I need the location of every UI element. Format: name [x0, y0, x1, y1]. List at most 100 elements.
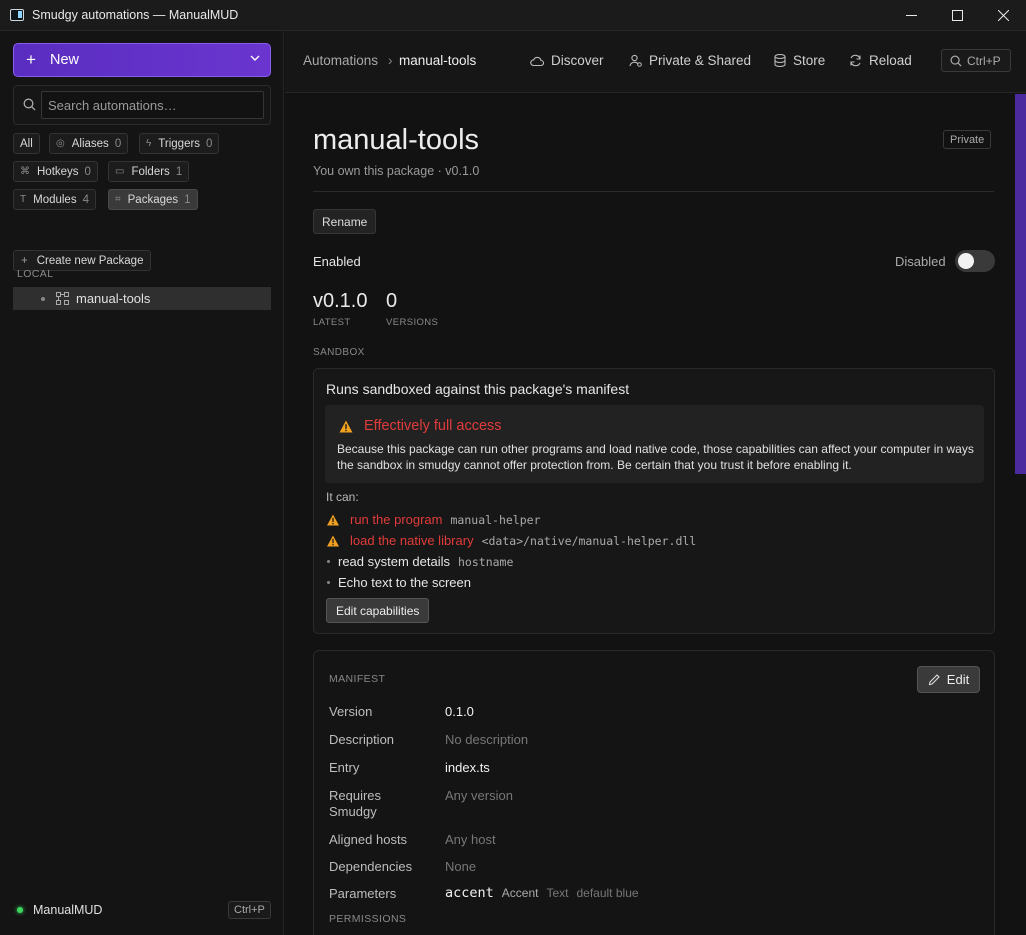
section-manifest: MANIFEST	[329, 673, 386, 685]
parameter-type: Text	[546, 886, 569, 900]
chevron-down-icon[interactable]	[250, 53, 260, 63]
search-input[interactable]	[41, 91, 264, 119]
package-icon: ⌗	[115, 194, 121, 205]
status-shortcut: Ctrl+P	[228, 901, 271, 919]
section-permissions: PERMISSIONS	[329, 913, 407, 925]
command-key-icon: ⌘	[20, 166, 30, 177]
manifest-key: Version	[329, 704, 373, 719]
sandbox-card: Runs sandboxed against this package's ma…	[313, 368, 995, 634]
manifest-value: Any host	[445, 832, 496, 847]
manifest-value: No description	[445, 732, 529, 747]
capability-text: read system details	[338, 554, 450, 569]
aliases-icon: ◎	[56, 138, 65, 149]
maximize-icon	[951, 10, 963, 21]
filter-folders[interactable]: ▭ Folders 1	[108, 161, 190, 182]
parameter-default: default blue	[576, 886, 639, 900]
plus-icon: +	[21, 254, 28, 267]
capability-code: manual-helper	[450, 512, 541, 527]
nav-store[interactable]: Store	[774, 53, 825, 68]
new-button[interactable]: + New	[13, 43, 271, 77]
edit-manifest-button[interactable]: Edit	[917, 666, 980, 693]
parameter-label: Accent	[501, 886, 539, 900]
minimize-button[interactable]	[888, 0, 934, 31]
maximize-button[interactable]	[934, 0, 980, 31]
filter-hotkeys-label: Hotkeys	[37, 165, 79, 178]
filter-aliases-count: 0	[114, 137, 122, 150]
minimize-icon	[905, 15, 917, 16]
manifest-key: Dependencies	[329, 859, 413, 874]
manifest-value: 0.1.0	[445, 704, 474, 719]
nav-private-shared[interactable]: Private & Shared	[629, 53, 751, 68]
top-nav: Automations › manual-tools Discover Priv…	[285, 31, 1026, 93]
connection-status[interactable]: ManualMUD	[17, 903, 102, 917]
manifest-value: index.ts	[445, 760, 490, 775]
filter-packages-label: Packages	[127, 193, 179, 206]
filter-triggers-count: 0	[206, 137, 213, 150]
breadcrumb-automations[interactable]: Automations	[303, 53, 378, 68]
bullet-icon	[327, 581, 330, 584]
capability-item: run the program manual-helper	[326, 512, 541, 527]
filter-modules-count: 4	[82, 193, 89, 206]
command-palette-button[interactable]: Ctrl+P	[941, 49, 1011, 72]
nav-discover[interactable]: Discover	[530, 53, 604, 68]
capability-text: load the native library	[350, 533, 474, 548]
enable-toggle[interactable]	[955, 250, 995, 272]
manifest-key: Aligned hosts	[329, 832, 408, 847]
close-button[interactable]	[980, 0, 1026, 31]
filter-triggers-label: Triggers	[158, 137, 201, 150]
warning-icon	[327, 513, 339, 526]
filter-folders-label: Folders	[131, 165, 170, 178]
warning-title: Effectively full access	[339, 418, 502, 434]
manifest-value: None	[445, 859, 477, 874]
parameter-name: accent	[445, 885, 494, 901]
sidebar: + New All ◎ Aliases 0 ϟ Triggers 0 ⌘ Hot…	[0, 31, 284, 935]
nav-reload-label: Reload	[869, 53, 912, 68]
reload-icon	[850, 54, 861, 67]
capability-item: load the native library <data>/native/ma…	[326, 533, 696, 548]
toggle-state-label: Disabled	[895, 254, 946, 269]
folder-icon: ▭	[115, 166, 125, 177]
filter-all-label: All	[20, 137, 33, 150]
capability-code: hostname	[458, 554, 514, 569]
search-box	[13, 85, 271, 125]
filter-modules-label: Modules	[33, 193, 77, 206]
toggle-knob	[958, 253, 974, 269]
filter-hotkeys-count: 0	[84, 165, 91, 178]
database-icon	[774, 54, 786, 67]
page-subtitle: You own this package · v0.1.0	[313, 164, 480, 178]
manifest-key: Description	[329, 732, 395, 747]
new-button-label: New	[50, 52, 80, 68]
window-title: Smudgy automations — ManualMUD	[32, 8, 239, 22]
filter-aliases-label: Aliases	[71, 137, 109, 150]
section-local: LOCAL	[17, 268, 54, 280]
rename-button[interactable]: Rename	[313, 209, 377, 234]
breadcrumb-current: manual-tools	[399, 53, 477, 68]
latest-version-label: LATEST	[313, 317, 351, 328]
filter-triggers[interactable]: ϟ Triggers 0	[139, 133, 220, 154]
nav-discover-label: Discover	[551, 53, 604, 68]
nav-store-label: Store	[793, 53, 826, 68]
tree-dot	[41, 296, 45, 301]
scrollbar[interactable]	[1015, 94, 1026, 474]
nav-reload[interactable]: Reload	[849, 53, 912, 68]
warning-box: Effectively full access Because this pac…	[325, 405, 984, 483]
filter-hotkeys[interactable]: ⌘ Hotkeys 0	[13, 161, 98, 182]
manifest-value: Any version	[445, 788, 513, 803]
capability-text: Echo text to the screen	[338, 575, 471, 590]
filter-packages[interactable]: ⌗ Packages 1	[108, 189, 198, 210]
divider	[313, 191, 994, 192]
tree-item-manual-tools[interactable]: manual-tools	[13, 287, 271, 310]
breadcrumb-separator: ›	[388, 53, 393, 68]
enabled-label: Enabled	[313, 254, 361, 269]
plus-icon: +	[26, 50, 36, 69]
lightning-icon: ϟ	[146, 138, 152, 149]
edit-capabilities-button[interactable]: Edit capabilities	[326, 598, 430, 623]
tree-item-label: manual-tools	[76, 291, 151, 306]
parameter-item: accent Accent Text default blue	[445, 885, 639, 901]
filter-aliases[interactable]: ◎ Aliases 0	[49, 133, 129, 154]
package-icon	[56, 292, 69, 305]
filter-all[interactable]: All	[13, 133, 40, 154]
user-share-icon	[629, 54, 642, 67]
filter-modules[interactable]: T Modules 4	[13, 189, 96, 210]
create-package-label: Create new Package	[36, 254, 144, 267]
